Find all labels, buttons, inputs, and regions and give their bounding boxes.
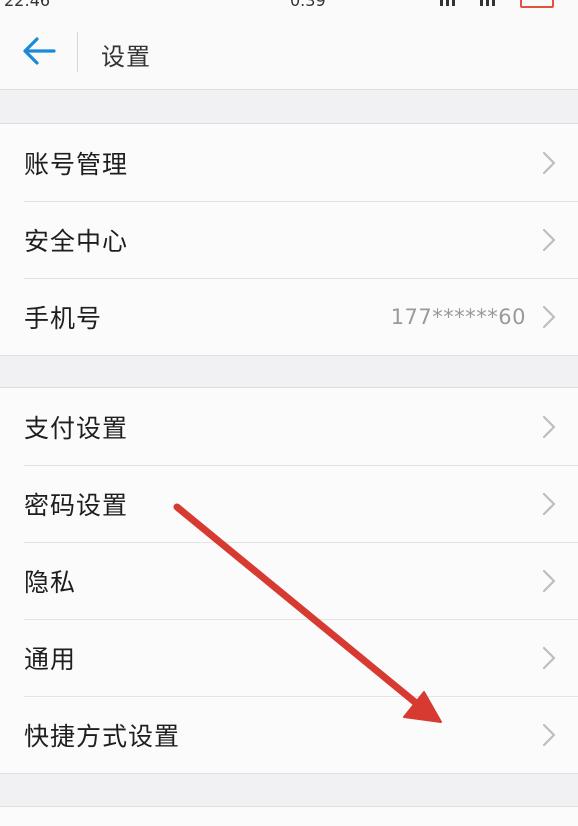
- settings-group-account: 账号管理 安全中心 手机号 177******60: [0, 123, 578, 356]
- settings-item-label: 通用: [24, 645, 77, 674]
- settings-item-label: 快捷方式设置: [24, 722, 181, 751]
- phone-number-value: 177******60: [390, 305, 526, 329]
- settings-item-account-management[interactable]: 账号管理: [0, 124, 578, 201]
- chevron-right-icon: [542, 305, 556, 329]
- chevron-right-icon: [542, 415, 556, 439]
- header-divider: [77, 32, 78, 72]
- settings-item-security-center[interactable]: 安全中心: [0, 201, 578, 278]
- settings-item-label: 密码设置: [24, 491, 129, 520]
- signal-icon: [492, 0, 495, 6]
- chevron-right-icon: [542, 723, 556, 747]
- chevron-right-icon: [542, 492, 556, 516]
- settings-item-label: 手机号: [24, 304, 103, 333]
- signal-icon: [452, 0, 455, 6]
- status-bar: 22:46 0.39: [0, 0, 578, 10]
- settings-item-phone-number[interactable]: 手机号 177******60: [0, 278, 578, 355]
- chevron-right-icon: [542, 151, 556, 175]
- settings-item-label: 隐私: [24, 568, 77, 597]
- settings-item-label: 支付设置: [24, 414, 129, 443]
- battery-icon: [520, 0, 554, 8]
- signal-icon: [486, 0, 489, 6]
- chevron-right-icon: [542, 646, 556, 670]
- header-bar: 设置: [0, 10, 578, 90]
- settings-item-privacy[interactable]: 隐私: [0, 542, 578, 619]
- settings-item-password-settings[interactable]: 密码设置: [0, 465, 578, 542]
- settings-group-next: [0, 806, 578, 826]
- chevron-right-icon: [542, 569, 556, 593]
- settings-group-general: 支付设置 密码设置 隐私 通用 快捷方式设置: [0, 387, 578, 774]
- settings-item-general[interactable]: 通用: [0, 619, 578, 696]
- settings-item-label: 账号管理: [24, 150, 129, 179]
- arrow-left-icon[interactable]: [22, 36, 56, 66]
- signal-icon: [446, 0, 449, 6]
- status-time: 22:46: [4, 0, 51, 10]
- page-title: 设置: [101, 43, 151, 71]
- settings-item-payment-settings[interactable]: 支付设置: [0, 388, 578, 465]
- signal-icon: [440, 0, 443, 6]
- signal-icon: [480, 0, 483, 6]
- settings-item-label: 安全中心: [24, 227, 129, 256]
- settings-item-shortcut-settings[interactable]: 快捷方式设置: [0, 696, 578, 773]
- chevron-right-icon: [542, 228, 556, 252]
- status-network-speed: 0.39: [290, 0, 326, 10]
